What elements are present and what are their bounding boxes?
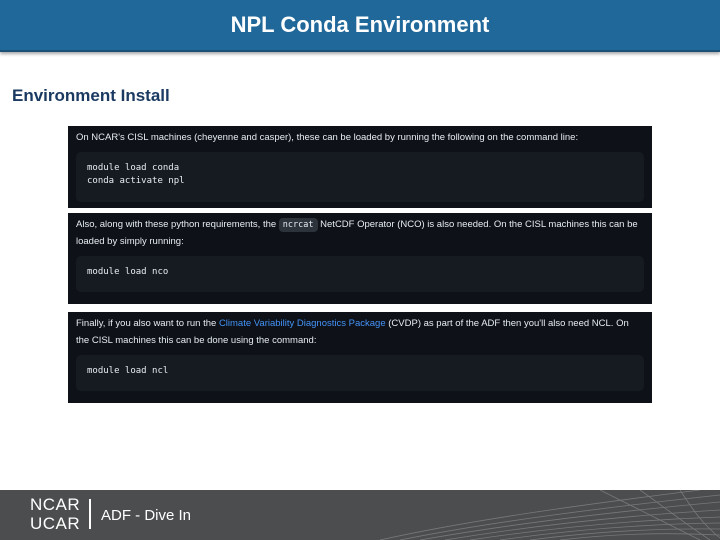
title-bar: NPL Conda Environment [0,0,720,52]
section-heading: Environment Install [12,86,170,105]
code-line: module load ncl [87,366,169,376]
panel-text: Finally, if you also want to run the Cli… [76,315,644,349]
code-block[interactable]: module load nco [76,256,644,292]
code-block[interactable]: module load ncl [76,355,644,391]
code-line: module load nco [87,267,169,277]
panel-text: Also, along with these python requiremen… [76,216,644,250]
instructions-panel-ncl: Finally, if you also want to run the Cli… [68,312,652,403]
ncar-ucar-logo: NCAR UCAR [30,495,80,533]
footer-text: ADF - Dive In [101,507,192,524]
cvdp-link[interactable]: Climate Variability Diagnostics Package [219,318,386,329]
code-line: conda activate npl [87,176,185,186]
slide-title: NPL Conda Environment [230,12,490,37]
instructions-panel-conda: On NCAR's CISL machines (cheyenne and ca… [68,126,652,208]
logo-divider [89,499,91,529]
footer-bar: NCAR UCAR ADF - Dive In [0,490,720,540]
instructions-panel-nco: Also, along with these python requiremen… [68,213,652,304]
inline-code: ncrcat [278,218,318,232]
panel-text: On NCAR's CISL machines (cheyenne and ca… [76,132,579,143]
code-block[interactable]: module load conda conda activate npl [76,152,644,202]
logo-line-ncar: NCAR [30,495,81,514]
panel-text-before: Also, along with these python requiremen… [76,219,279,230]
logo-line-ucar: UCAR [30,514,81,533]
panel-text-before: Finally, if you also want to run the [76,318,219,329]
code-line: module load conda [87,163,180,173]
